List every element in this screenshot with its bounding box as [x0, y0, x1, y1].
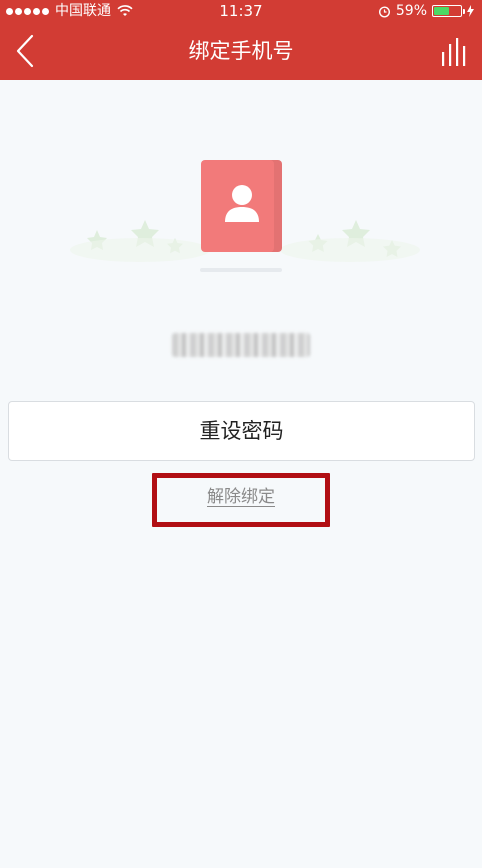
battery-icon: [432, 5, 465, 17]
battery-percent: 59%: [395, 3, 427, 19]
reset-password-button[interactable]: 重设密码: [8, 401, 475, 461]
contact-card-icon: [201, 160, 282, 252]
masked-phone-number: [172, 333, 310, 357]
battery-fill: [434, 7, 450, 15]
back-button[interactable]: [10, 30, 44, 72]
alarm-icon: [378, 5, 390, 18]
unbind-phone-link[interactable]: 解除绑定: [152, 478, 330, 516]
chevron-left-icon: [16, 34, 34, 68]
phone-bound-illustration: [0, 150, 482, 290]
page-title: 绑定手机号: [188, 39, 294, 63]
card-shadow: [200, 268, 282, 272]
status-right: 59%: [378, 0, 474, 22]
charging-bolt-icon: [467, 5, 474, 17]
navbar: 绑定手机号: [0, 22, 482, 80]
status-bar: 中国联通 11:37 59%: [0, 0, 482, 22]
bar-chart-icon: [442, 38, 466, 66]
user-contact-icon: [225, 185, 259, 222]
app-header: 中国联通 11:37 59% 绑定手机号: [0, 0, 482, 80]
statistics-button[interactable]: [438, 32, 472, 72]
